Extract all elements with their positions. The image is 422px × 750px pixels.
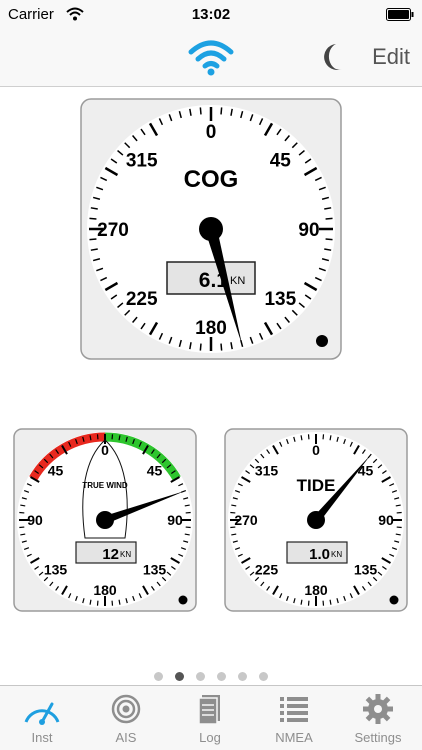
page-dot[interactable] [238,672,247,681]
logbook-icon [198,695,220,725]
tab-settings[interactable]: Settings [336,686,420,750]
tab-settings-label: Settings [354,730,402,745]
tab-log[interactable]: Log [168,686,252,750]
tide-needle-hub [307,511,325,529]
cog-dial-label: 270 [97,220,129,241]
page-dot[interactable] [175,672,184,681]
wind-needle-hub [96,511,114,529]
cog-tick [199,107,202,115]
wind-tick [89,435,92,441]
wind-tick [118,435,121,441]
cog-dial-label: 180 [195,318,227,339]
wind-tick [118,599,121,605]
wind-dial-label: 90 [27,512,43,528]
tab-ais-label: AIS [115,730,137,745]
tide-tick [231,504,237,507]
cog-speed-unit: KN [230,275,245,287]
cog-tick [220,107,223,115]
target-icon [111,694,141,724]
tide-dial-label: 0 [312,442,320,458]
tide-dial-label: 135 [354,562,378,578]
cog-dial-label: 90 [298,220,319,241]
tide-tick [329,599,332,605]
wind-tick [20,533,26,536]
tab-nmea[interactable]: NMEA [252,686,336,750]
tide-tick [300,599,303,605]
cog-tick [199,343,202,351]
tide-dial-label: 270 [234,512,258,528]
wind-dial-label: 45 [48,463,64,479]
tide-tick [231,533,237,536]
navigation-bar: Edit [0,30,422,87]
wind-speed-value: 12 [102,546,119,563]
cog-tick [89,238,97,241]
clock: 13:02 [191,6,231,23]
tide-tick [300,435,303,441]
battery-icon [386,8,414,21]
cog-dial-label: 135 [264,289,296,310]
page-indicator[interactable] [0,668,422,686]
status-bar: Carrier 13:02 [0,0,422,30]
cog-dial-label: 45 [270,151,292,172]
wind-dial-label: 180 [93,582,117,598]
tide-tick [329,435,332,441]
tide-speed-unit: KN [331,550,342,559]
tide-tick [395,533,401,536]
wind-dial-label: 135 [44,562,68,578]
wind-tick [184,504,190,507]
page-dot[interactable] [217,672,226,681]
connection-wifi-icon[interactable] [188,38,234,78]
gauge-icon [24,702,60,725]
cog-tick [325,238,333,241]
gear-icon [363,694,393,724]
tide-dial-label: 315 [255,463,279,479]
tide-title: TIDE [297,476,336,495]
wind-tick [20,504,26,507]
tide-dial-label: 225 [255,562,279,578]
tide-dial-label: 90 [378,512,394,528]
cog-dial-label: 0 [206,122,217,143]
tide-speed-value: 1.0 [309,546,330,563]
list-icon [280,697,308,722]
cog-dial-label: 225 [126,289,158,310]
wind-status-dot [178,595,188,605]
tab-bar: Inst AIS Log NMEA Settings [0,685,422,750]
wind-dial-label: 0 [101,442,109,458]
wind-dial-label: 90 [167,512,183,528]
edit-button[interactable]: Edit [372,44,410,70]
tide-gauge[interactable]: 0 45 90 135 180 225 270 315 TIDE 1.0 KN [224,428,408,612]
wind-title: TRUE WIND [82,481,128,490]
wind-tick [89,599,92,605]
wind-speed-unit: KN [120,550,131,559]
page-dot[interactable] [196,672,205,681]
tide-status-dot [389,595,399,605]
true-wind-gauge[interactable]: 0 45 90 135 180 135 90 45 TRUE WIND 12 KN [13,428,197,612]
cog-title: COG [184,166,239,193]
tide-dial-label: 45 [358,463,374,479]
tab-ais[interactable]: AIS [84,686,168,750]
cog-tick [89,217,97,220]
cog-status-dot [316,335,328,347]
wind-tick [184,533,190,536]
tide-dial-label: 180 [304,582,328,598]
cog-needle-hub [199,217,223,241]
tab-nmea-label: NMEA [275,730,313,745]
tab-inst[interactable]: Inst [0,686,84,750]
page-dot[interactable] [154,672,163,681]
cog-tick [220,343,223,351]
cog-dial-label: 315 [126,151,158,172]
cog-gauge[interactable]: 04590135180225270315 COG 6.1 KN [80,98,342,360]
cog-tick [325,217,333,220]
wind-dial-label: 45 [147,463,163,479]
night-mode-moon-icon[interactable] [320,42,344,72]
tide-tick [395,504,401,507]
tab-log-label: Log [199,730,221,745]
tab-inst-label: Inst [31,730,53,745]
wind-dial-label: 135 [143,562,167,578]
page-dot[interactable] [259,672,268,681]
